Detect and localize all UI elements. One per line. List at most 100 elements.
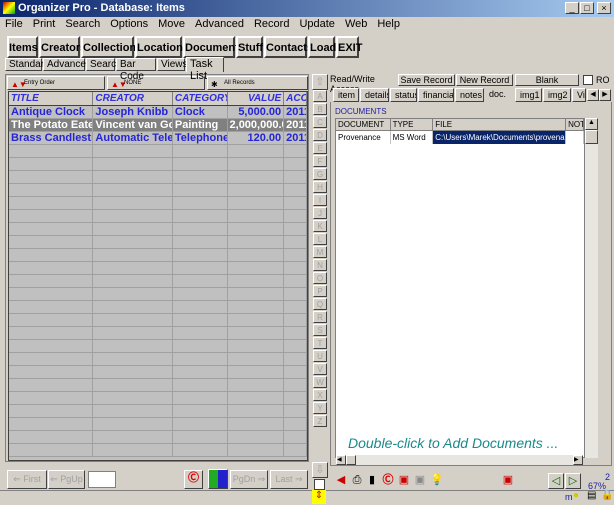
- scroll-left-icon[interactable]: ◀: [336, 455, 346, 465]
- letter-h-button[interactable]: H: [313, 181, 327, 193]
- page-input[interactable]: [88, 471, 116, 488]
- column-header-category[interactable]: CATEGORY: [173, 92, 228, 105]
- table-row[interactable]: [9, 262, 307, 275]
- table-row[interactable]: [9, 223, 307, 236]
- add-documents-hint[interactable]: Double-click to Add Documents ...: [348, 435, 558, 451]
- menu-options[interactable]: Options: [105, 17, 153, 32]
- toolbar-stuff-button[interactable]: Stuff: [236, 36, 263, 58]
- table-row[interactable]: [9, 145, 307, 158]
- table-row[interactable]: [9, 197, 307, 210]
- pgup-button[interactable]: ⇐ PgUp: [48, 470, 85, 489]
- letter-i-button[interactable]: I: [313, 194, 327, 206]
- alarm-icon[interactable]: Ⓒ: [184, 470, 203, 489]
- record-tab-img1[interactable]: img1: [515, 88, 542, 102]
- close-button[interactable]: ×: [597, 2, 611, 14]
- save-file-icon[interactable]: ▣: [500, 473, 516, 489]
- toolbar-creators-button[interactable]: Creators: [39, 36, 86, 58]
- menu-print[interactable]: Print: [28, 17, 61, 32]
- letter-y-button[interactable]: Y: [313, 402, 327, 414]
- trash-icon[interactable]: ▮: [364, 473, 380, 489]
- toolbar-locations-button[interactable]: Locations: [135, 36, 189, 58]
- hscroll-thumb[interactable]: [346, 455, 356, 465]
- menu-update[interactable]: Update: [294, 17, 339, 32]
- record-tab-vi[interactable]: Vi: [572, 88, 586, 102]
- letter-q-button[interactable]: Q: [313, 298, 327, 310]
- document-row[interactable]: Provenance MS Word C:\Users\Marek\Document…: [336, 131, 584, 144]
- print-icon[interactable]: ⎙: [349, 473, 365, 489]
- maximize-button[interactable]: □: [580, 2, 594, 14]
- view-tab-standard[interactable]: Standard: [5, 58, 50, 71]
- column-header-creator[interactable]: CREATOR: [93, 92, 173, 105]
- menu-file[interactable]: File: [0, 17, 28, 32]
- table-row[interactable]: [9, 418, 307, 431]
- doc-column-note[interactable]: NOTE: [566, 119, 584, 131]
- blank-button[interactable]: Blank: [515, 74, 579, 86]
- tab-scroll-right-icon[interactable]: ▶: [599, 89, 611, 101]
- alpha-checkbox[interactable]: [314, 479, 325, 490]
- letter-c-button[interactable]: C: [313, 116, 327, 128]
- table-row[interactable]: [9, 327, 307, 340]
- letter-s-button[interactable]: S: [313, 324, 327, 336]
- copy-record-icon[interactable]: ▣: [396, 473, 412, 489]
- menu-help[interactable]: Help: [372, 17, 405, 32]
- toolbar-documents-button[interactable]: Documents: [183, 36, 245, 58]
- save-record-button[interactable]: Save Record: [398, 74, 455, 86]
- letter-r-button[interactable]: R: [313, 311, 327, 323]
- letter-p-button[interactable]: P: [313, 285, 327, 297]
- table-row[interactable]: [9, 171, 307, 184]
- view-tab-search[interactable]: Search: [86, 58, 122, 71]
- back-arrow-icon[interactable]: ◀: [333, 473, 349, 489]
- table-row[interactable]: Antique Clock Joseph Knibb Clock 5,000.00 20…: [9, 106, 307, 119]
- letter-j-button[interactable]: J: [313, 207, 327, 219]
- scroll-right-icon[interactable]: ▶: [573, 455, 583, 465]
- toolbar-load-button[interactable]: Load: [308, 36, 336, 58]
- duplicate-icon[interactable]: ▣: [412, 473, 428, 489]
- record-tab-doc[interactable]: doc.: [485, 88, 514, 102]
- doc-column-type[interactable]: TYPE: [390, 119, 434, 131]
- table-row[interactable]: [9, 405, 307, 418]
- doc-column-document[interactable]: DOCUMENT: [336, 119, 391, 131]
- toolbar-exit-button[interactable]: EXIT: [336, 36, 362, 58]
- table-row[interactable]: [9, 249, 307, 262]
- letter-g-button[interactable]: G: [313, 168, 327, 180]
- letter-e-button[interactable]: E: [313, 142, 327, 154]
- view-tab-bar-code[interactable]: Bar Code: [116, 58, 156, 82]
- letter-f-button[interactable]: F: [313, 155, 327, 167]
- view-tab-advanced[interactable]: Advanced: [43, 58, 91, 71]
- new-record-button[interactable]: New Record: [456, 74, 513, 86]
- letter-n-button[interactable]: N: [313, 259, 327, 271]
- record-tab-financial[interactable]: financial: [418, 88, 454, 102]
- menu-record[interactable]: Record: [249, 17, 294, 32]
- table-row[interactable]: The Potato EatersVincent van GoghPaintin…: [9, 119, 307, 132]
- records-button[interactable]: ✱ All Records: [207, 76, 308, 90]
- color-grid-icon[interactable]: [208, 469, 228, 489]
- view-tab-task-list[interactable]: Task List: [186, 57, 224, 82]
- table-row[interactable]: [9, 366, 307, 379]
- letter-b-button[interactable]: B: [313, 103, 327, 115]
- last-button[interactable]: Last ⇒: [270, 470, 308, 489]
- table-row[interactable]: [9, 431, 307, 444]
- doc-cell-file[interactable]: C:\Users\Marek\Documents\provenanc: [433, 131, 567, 144]
- record-tab-img2[interactable]: img2: [543, 88, 571, 102]
- table-row[interactable]: [9, 288, 307, 301]
- record-tab-status[interactable]: status: [390, 88, 417, 102]
- pgdn-button[interactable]: PgDn ⇒: [230, 470, 268, 489]
- documents-vscrollbar[interactable]: ▲: [585, 118, 598, 458]
- table-row[interactable]: [9, 184, 307, 197]
- table-row[interactable]: [9, 379, 307, 392]
- table-row[interactable]: [9, 444, 307, 457]
- minimize-button[interactable]: _: [565, 2, 579, 14]
- letter-l-button[interactable]: L: [313, 233, 327, 245]
- table-row[interactable]: [9, 158, 307, 171]
- updown-arrow-icon[interactable]: ⇕: [312, 490, 326, 504]
- menu-advanced[interactable]: Advanced: [190, 17, 249, 32]
- documents-hscrollbar[interactable]: ◀ ▶: [336, 455, 583, 465]
- table-row[interactable]: [9, 353, 307, 366]
- column-header-acce[interactable]: ACCE: [284, 92, 307, 105]
- column-header-value[interactable]: VALUE: [228, 92, 285, 105]
- letter-w-button[interactable]: W: [313, 376, 327, 388]
- letter-a-button[interactable]: A: [313, 90, 327, 102]
- toolbar-items-button[interactable]: Items: [7, 36, 38, 58]
- table-row[interactable]: [9, 301, 307, 314]
- first-button[interactable]: ⇐ First: [7, 470, 47, 489]
